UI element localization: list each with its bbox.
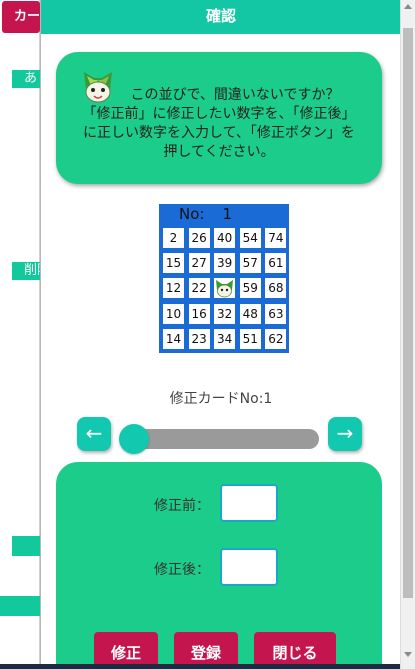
bingo-cell: 59 (239, 278, 261, 299)
bingo-cell: 51 (239, 328, 261, 349)
card-no-label: No: (179, 205, 205, 223)
before-input[interactable] (220, 484, 278, 522)
bingo-cell: 63 (265, 303, 287, 324)
bingo-cell: 61 (265, 253, 287, 274)
bottom-edge (0, 664, 400, 669)
bingo-cell: 10 (163, 303, 184, 324)
bingo-cell: 23 (188, 328, 210, 349)
before-label: 修正前： (154, 498, 210, 514)
bingo-cell: 14 (163, 328, 184, 349)
message-line-3: に正しい数字を入力して、「修正ボタン」を (83, 125, 355, 141)
bingo-cell: 22 (188, 278, 210, 299)
fix-card-label: 修正カードNo:1 (169, 391, 273, 407)
next-card-button[interactable]: → (328, 417, 362, 451)
bingo-cell: 16 (188, 303, 210, 324)
background-bottom-bar (0, 596, 40, 616)
message-line-4: 押してください。 (163, 144, 275, 160)
free-cell-mascot-icon (214, 278, 236, 299)
bingo-cell: 12 (163, 278, 184, 299)
bingo-cell: 54 (239, 228, 261, 248)
instruction-message: この並びで、間違いないですか？ 「修正前」に修正したい数字を、「修正後」 に正し… (56, 52, 382, 184)
card-no-value: 1 (222, 205, 232, 223)
background-divider (0, 0, 40, 669)
edit-panel: 修正前： 修正後： 修正 登録 閉じる (56, 462, 382, 669)
bingo-cell: 34 (214, 328, 236, 349)
bingo-card: No: 1 2 26 40 54 74 15 27 39 57 61 12 22 59 68 10 16 32 48… (159, 204, 289, 353)
scroll-down-icon[interactable] (404, 652, 412, 657)
card-title: No: 1 (159, 204, 289, 224)
bingo-cell: 57 (239, 253, 261, 274)
background-label-2: 削除 (12, 262, 40, 280)
bingo-cell: 32 (214, 303, 236, 324)
card-slider-thumb[interactable] (119, 424, 149, 454)
bingo-cell: 2 (163, 228, 184, 248)
background-tab: カード (2, 1, 40, 33)
bingo-cell: 74 (265, 228, 287, 248)
bingo-cell: 26 (188, 228, 210, 248)
scrollbar[interactable] (400, 0, 415, 669)
bingo-cell: 27 (188, 253, 210, 274)
scroll-up-icon[interactable] (404, 4, 412, 9)
bingo-cell: 48 (239, 303, 261, 324)
modal-title: 確認 (41, 0, 401, 34)
scroll-thumb[interactable] (403, 28, 413, 598)
mascot-icon (84, 72, 112, 103)
bingo-cell: 40 (214, 228, 236, 248)
after-label: 修正後： (154, 562, 210, 578)
card-slider-track[interactable] (121, 429, 319, 449)
background-label-1: あ (12, 70, 40, 88)
bingo-cell: 62 (265, 328, 287, 349)
bingo-cell: 39 (214, 253, 236, 274)
message-line-2: 「修正前」に修正したい数字を、「修正後」 (82, 106, 356, 122)
after-input[interactable] (220, 548, 278, 586)
confirm-modal: 確認 この並びで、間違いないですか？ 「修正前」に修正したい数字を、「修正後」 … (40, 0, 401, 669)
bingo-cell: 15 (163, 253, 184, 274)
background-bar (12, 536, 40, 556)
prev-card-button[interactable]: ← (77, 417, 111, 451)
bingo-cell: 68 (265, 278, 287, 299)
